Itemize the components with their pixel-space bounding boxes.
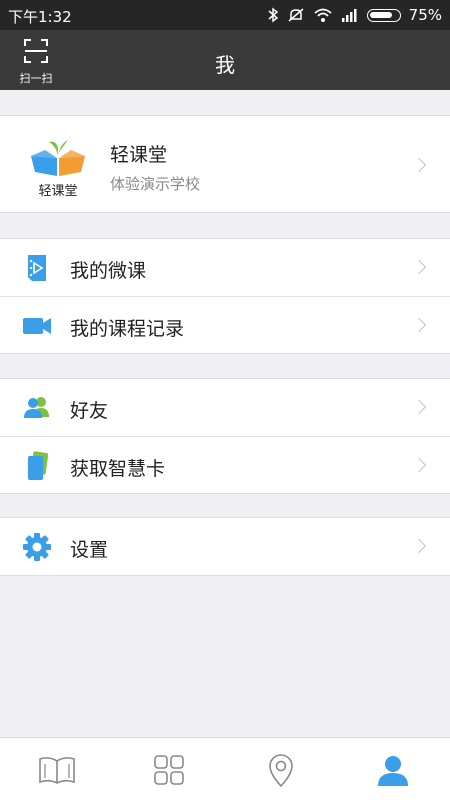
status-icons: 75%	[267, 6, 442, 24]
menu-group-settings: 设置	[0, 517, 450, 576]
video-camera-icon	[23, 318, 51, 334]
menu-label: 设置	[70, 539, 109, 561]
menu-item-settings[interactable]: 设置	[0, 518, 450, 575]
chevron-right-icon	[411, 317, 427, 333]
user-icon	[378, 756, 408, 786]
header-bar: 扫一扫 我	[0, 30, 450, 90]
menu-item-get-smart-card[interactable]: 获取智慧卡	[0, 436, 450, 493]
menu-group-social: 好友 获取智慧卡	[0, 378, 450, 494]
menu-label: 我的课程记录	[70, 318, 185, 340]
grid-icon	[154, 755, 184, 785]
smart-card-icon	[28, 451, 49, 480]
location-icon	[269, 754, 293, 788]
profile-school: 体验演示学校	[110, 175, 201, 193]
profile-name: 轻课堂	[110, 144, 168, 166]
wifi-icon	[314, 8, 332, 22]
profile-card[interactable]: 轻课堂 轻课堂 体验演示学校	[0, 115, 450, 213]
menu-label: 我的微课	[70, 260, 147, 282]
tab-grid[interactable]	[149, 750, 189, 790]
gear-icon	[23, 533, 51, 561]
chevron-right-icon	[411, 157, 427, 173]
chevron-right-icon	[411, 457, 427, 473]
menu-item-my-micro-lessons[interactable]: 我的微课	[0, 239, 450, 296]
menu-item-my-course-records[interactable]: 我的课程记录	[0, 296, 450, 353]
signal-icon	[341, 9, 357, 22]
bottom-tab-bar	[0, 737, 450, 800]
logo-text: 轻课堂	[38, 184, 78, 199]
page-title: 我	[215, 53, 235, 77]
status-bar: 下午1:32 75%	[0, 0, 450, 30]
chevron-right-icon	[411, 538, 427, 554]
tab-book[interactable]	[37, 750, 77, 790]
status-time: 下午1:32	[8, 8, 72, 26]
menu-group-lessons: 我的微课 我的课程记录	[0, 238, 450, 354]
battery-icon	[366, 8, 401, 22]
menu-item-friends[interactable]: 好友	[0, 379, 450, 436]
chevron-right-icon	[411, 259, 427, 275]
tab-location[interactable]	[261, 750, 301, 790]
app-logo: 轻课堂	[27, 134, 89, 199]
book-icon	[39, 757, 75, 784]
book-sprout-logo-icon	[31, 140, 85, 176]
chevron-right-icon	[411, 399, 427, 415]
mute-icon	[288, 8, 304, 22]
battery-percent: 75%	[408, 6, 442, 24]
micro-lesson-icon	[28, 255, 46, 281]
tab-user[interactable]	[373, 750, 413, 790]
friends-icon	[24, 397, 49, 418]
menu-label: 好友	[70, 400, 109, 422]
menu-label: 获取智慧卡	[70, 458, 166, 480]
bluetooth-icon	[268, 7, 278, 23]
